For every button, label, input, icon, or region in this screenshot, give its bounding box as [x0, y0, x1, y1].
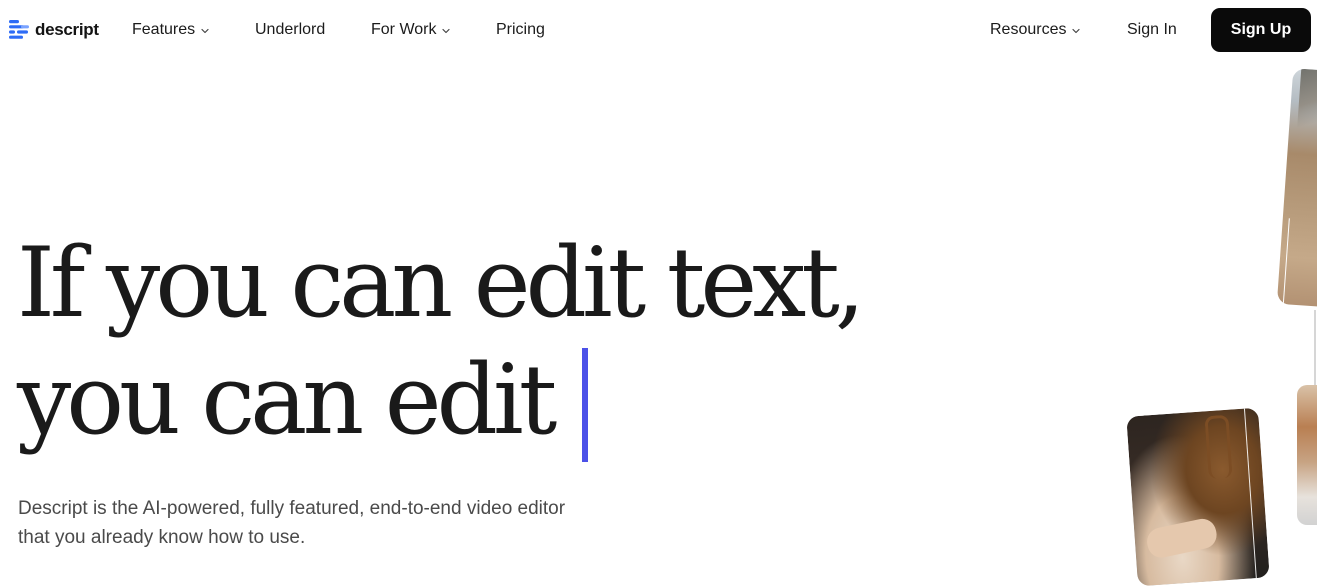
hero-headline-line-2-wrap: you can edit — [17, 338, 860, 462]
chevron-down-icon — [1072, 28, 1081, 33]
hero-subtitle-line-1: Descript is the AI-powered, fully featur… — [18, 498, 566, 519]
hero-headline-line-1: If you can edit text, — [17, 227, 865, 339]
nav-item-label: Pricing — [496, 21, 545, 38]
nav-item-label: Underlord — [255, 21, 326, 38]
nav-item-for-work[interactable]: For Work — [371, 20, 451, 40]
nav-item-pricing[interactable]: Pricing — [496, 20, 545, 40]
nav-item-label: Features — [132, 21, 196, 38]
bag-strap — [1204, 414, 1233, 480]
hero-headline-line-2: you can edit — [17, 344, 557, 456]
photo-divider — [1314, 310, 1316, 390]
hero-headline: If you can edit text, you can edit — [17, 227, 865, 462]
nav-item-underlord[interactable]: Underlord — [255, 20, 325, 40]
handbag-photo — [1126, 407, 1270, 586]
photo-edge-line — [1243, 408, 1257, 579]
tree-silhouette — [1297, 68, 1317, 132]
descript-logo[interactable]: descript — [9, 18, 99, 42]
portrait-photo — [1297, 385, 1317, 525]
nav-item-label: Resources — [990, 21, 1067, 38]
nav-item-features[interactable]: Features — [132, 20, 209, 40]
top-navigation: descript Features Underlord For Work Pri… — [0, 0, 1317, 60]
sign-in-label: Sign In — [1127, 21, 1177, 38]
chevron-down-icon — [442, 28, 451, 33]
sign-up-button[interactable]: Sign Up — [1211, 8, 1311, 52]
nav-item-resources[interactable]: Resources — [990, 20, 1081, 40]
typing-cursor — [582, 348, 589, 462]
descript-logo-icon — [9, 20, 29, 39]
nav-item-label: For Work — [371, 21, 437, 38]
photo-edge-line — [1282, 218, 1290, 305]
chevron-down-icon — [201, 28, 209, 33]
hero-subtitle-line-2: that you already know how to use. — [18, 527, 306, 548]
logo-text: descript — [35, 20, 99, 39]
hand-shape — [1144, 516, 1220, 561]
hero-subtitle: Descript is the AI-powered, fully featur… — [18, 494, 678, 552]
sign-in-link[interactable]: Sign In — [1127, 20, 1177, 40]
landscape-photo — [1276, 68, 1317, 308]
